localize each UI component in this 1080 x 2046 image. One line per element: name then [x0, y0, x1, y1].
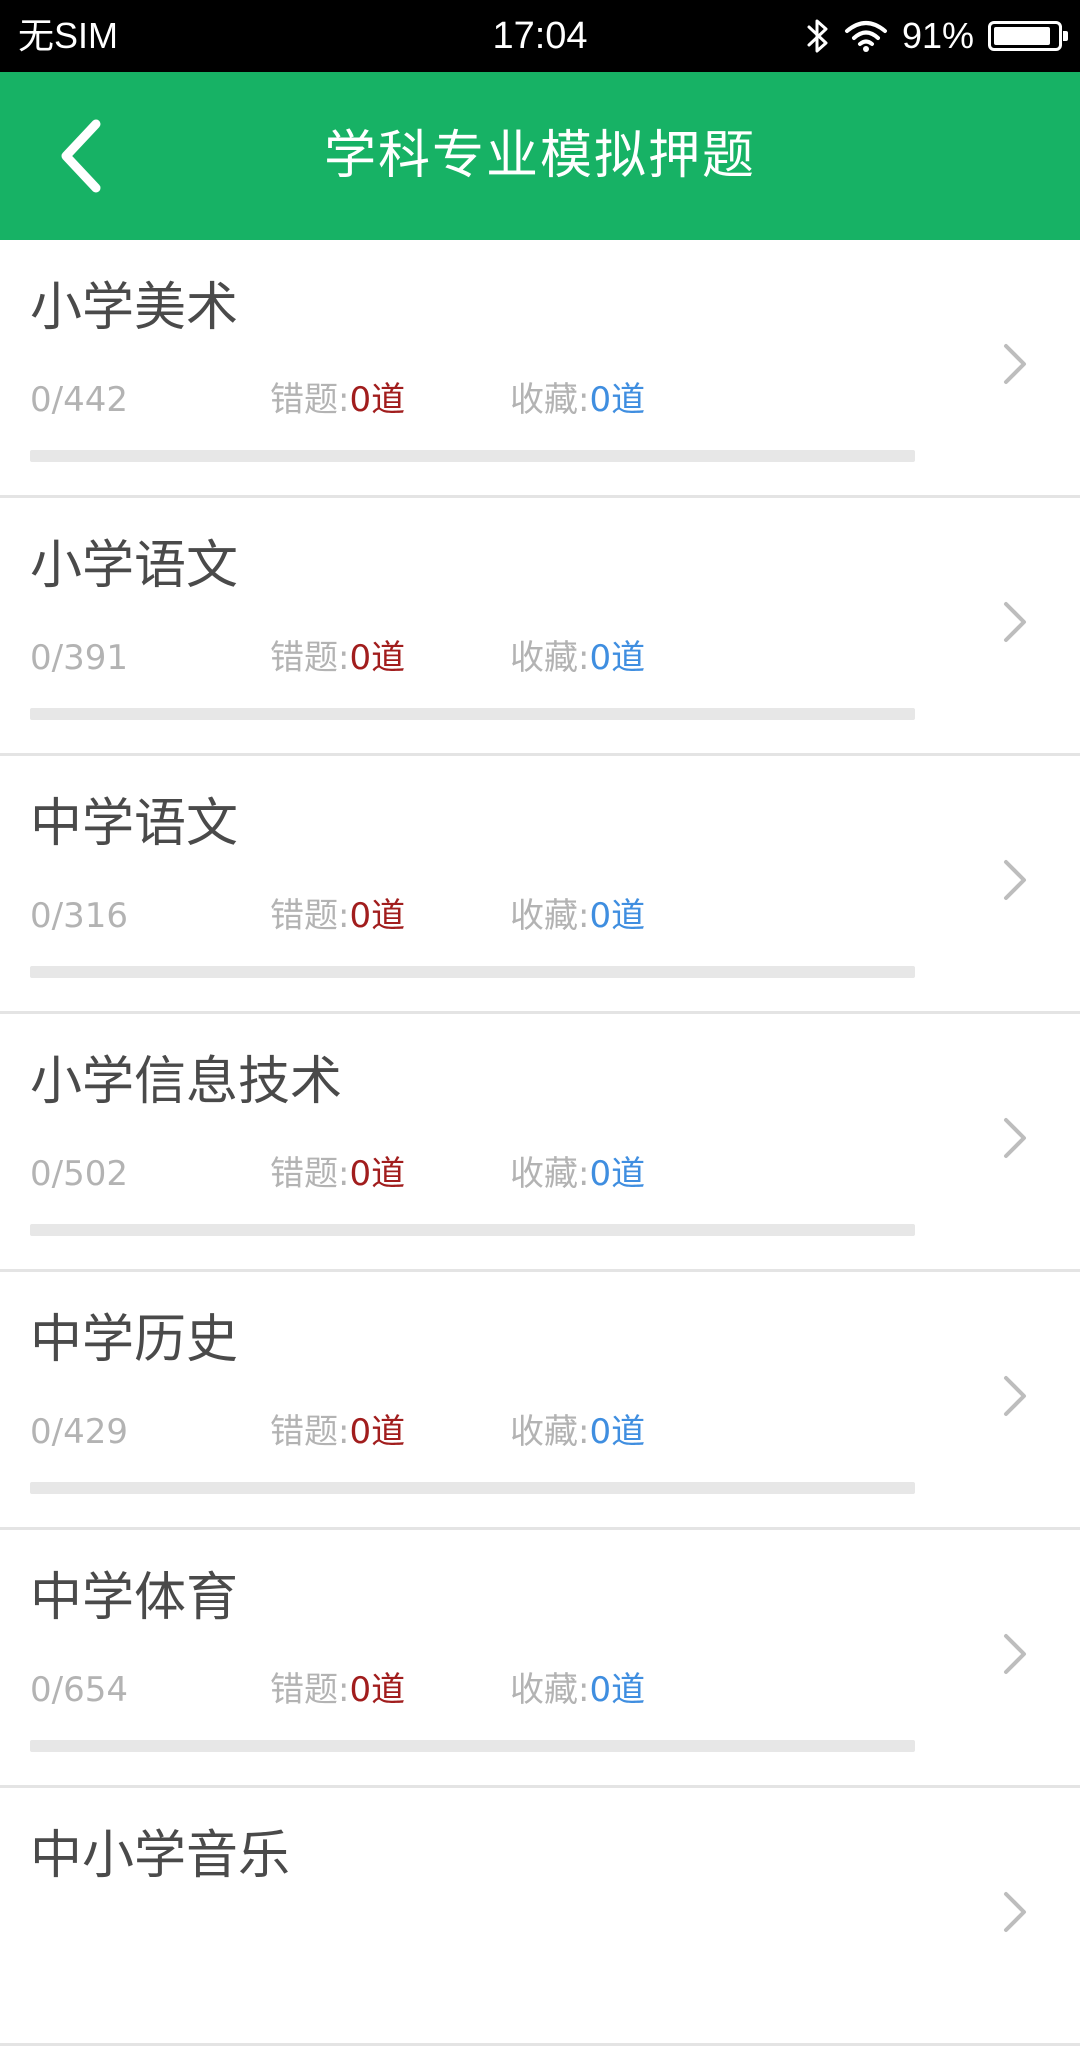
favorites-count: 0道 [589, 1154, 646, 1194]
chevron-right-icon [1004, 1376, 1026, 1416]
wrong-count: 0道 [349, 1670, 406, 1710]
favorites: 收藏:0道 [510, 1410, 645, 1454]
wrong-count: 0道 [349, 1412, 406, 1452]
favorites: 收藏:0道 [510, 378, 645, 422]
subject-title: 小学信息技术 [30, 1052, 343, 1112]
wrong-questions: 错题:0道 [270, 1668, 405, 1712]
nav-bar: 学科专业模拟押题 [0, 72, 1080, 240]
progress-bar [30, 450, 915, 462]
subject-title: 中学语文 [30, 794, 239, 854]
favorites-label: 收藏: [510, 1412, 590, 1452]
favorites-count: 0道 [589, 638, 646, 678]
progress-count: 0/502 [30, 1154, 128, 1194]
wrong-label: 错题: [270, 1154, 350, 1194]
wrong-label: 错题: [270, 638, 350, 678]
favorites-label: 收藏: [510, 380, 590, 420]
wrong-count: 0道 [349, 638, 406, 678]
progress-bar [30, 1740, 915, 1752]
wrong-label: 错题: [270, 1412, 350, 1452]
favorites-count: 0道 [589, 380, 646, 420]
subject-item[interactable]: 中学语文 0/316 错题:0道 收藏:0道 [0, 756, 1080, 1014]
battery-percentage: 91% [901, 15, 974, 56]
chevron-left-icon [61, 119, 101, 193]
favorites: 收藏:0道 [510, 1152, 645, 1196]
status-icons: 91% [806, 14, 1068, 58]
wrong-count: 0道 [349, 896, 406, 936]
wrong-questions: 错题:0道 [270, 1410, 405, 1454]
subject-title: 中小学音乐 [30, 1826, 291, 1886]
subject-list: 小学美术 0/442 错题:0道 收藏:0道 小学语文 0/391 错题:0道 收藏:0道 中学… [0, 240, 1080, 2046]
wrong-label: 错题: [270, 380, 350, 420]
status-bar: 无SIM 17:04 91% [0, 0, 1080, 72]
wifi-icon [844, 21, 887, 52]
progress-bar [30, 1224, 915, 1236]
chevron-right-icon [1004, 1634, 1026, 1674]
wrong-count: 0道 [349, 380, 406, 420]
subject-item[interactable]: 小学语文 0/391 错题:0道 收藏:0道 [0, 498, 1080, 756]
wrong-label: 错题: [270, 1670, 350, 1710]
favorites-label: 收藏: [510, 638, 590, 678]
favorites: 收藏:0道 [510, 894, 645, 938]
wrong-questions: 错题:0道 [270, 378, 405, 422]
progress-bar [30, 708, 915, 720]
wrong-questions: 错题:0道 [270, 894, 405, 938]
page-title: 学科专业模拟押题 [323, 126, 756, 186]
favorites-count: 0道 [589, 1670, 646, 1710]
subject-item[interactable]: 中小学音乐 [0, 1788, 1080, 2046]
favorites-label: 收藏: [510, 896, 590, 936]
subject-item[interactable]: 小学信息技术 0/502 错题:0道 收藏:0道 [0, 1014, 1080, 1272]
progress-count: 0/391 [30, 638, 128, 678]
subject-item[interactable]: 小学美术 0/442 错题:0道 收藏:0道 [0, 240, 1080, 498]
subject-title: 小学语文 [30, 536, 239, 596]
subject-title: 小学美术 [30, 278, 239, 338]
battery-level [994, 27, 1051, 45]
wrong-count: 0道 [349, 1154, 406, 1194]
progress-count: 0/429 [30, 1412, 128, 1452]
subject-item[interactable]: 中学体育 0/654 错题:0道 收藏:0道 [0, 1530, 1080, 1788]
chevron-right-icon [1004, 344, 1026, 384]
wrong-questions: 错题:0道 [270, 1152, 405, 1196]
chevron-right-icon [1004, 1118, 1026, 1158]
progress-bar [30, 1482, 915, 1494]
subject-title: 中学体育 [30, 1568, 239, 1628]
wrong-label: 错题: [270, 896, 350, 936]
progress-count: 0/442 [30, 380, 128, 420]
chevron-right-icon [1004, 860, 1026, 900]
subject-title: 中学历史 [30, 1310, 239, 1370]
wrong-questions: 错题:0道 [270, 636, 405, 680]
chevron-right-icon [1004, 602, 1026, 642]
progress-count: 0/654 [30, 1670, 128, 1710]
chevron-right-icon [1004, 1892, 1026, 1932]
favorites-label: 收藏: [510, 1154, 590, 1194]
favorites: 收藏:0道 [510, 636, 645, 680]
progress-bar [30, 966, 915, 978]
progress-count: 0/316 [30, 896, 128, 936]
bluetooth-icon [807, 19, 828, 53]
favorites: 收藏:0道 [510, 1668, 645, 1712]
back-button[interactable] [40, 108, 136, 204]
favorites-count: 0道 [589, 896, 646, 936]
favorites-label: 收藏: [510, 1670, 590, 1710]
subject-item[interactable]: 中学历史 0/429 错题:0道 收藏:0道 [0, 1272, 1080, 1530]
battery-icon [988, 21, 1068, 51]
favorites-count: 0道 [589, 1412, 646, 1452]
